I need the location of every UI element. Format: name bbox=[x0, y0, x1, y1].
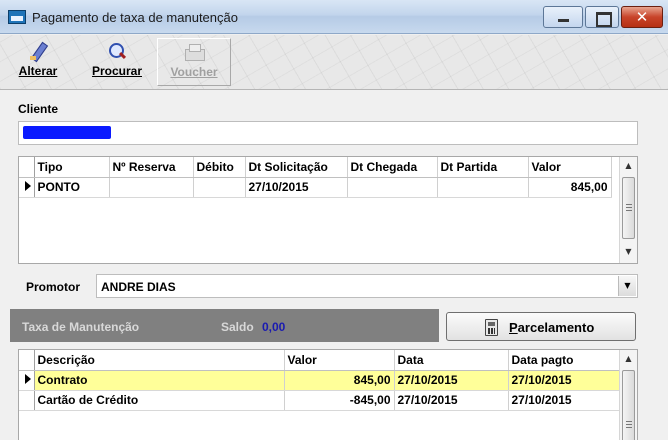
row-indicator bbox=[19, 177, 35, 198]
col-header-reserva[interactable]: Nº Reserva bbox=[109, 157, 194, 178]
table-row[interactable]: Contrato 845,00 27/10/2015 27/10/2015 bbox=[19, 370, 620, 391]
maximize-button[interactable] bbox=[585, 6, 619, 28]
pagamentos-table: Descrição Valor Data Data pagto Contrato… bbox=[19, 350, 620, 411]
col-header-valor[interactable]: Valor bbox=[528, 157, 612, 178]
cell-dt-chegada[interactable] bbox=[347, 177, 438, 198]
cell-dt-solicitacao[interactable]: 27/10/2015 bbox=[245, 177, 348, 198]
cell-dt-partida[interactable] bbox=[437, 177, 529, 198]
col-header-dt-solicitacao[interactable]: Dt Solicitação bbox=[245, 157, 348, 178]
alterar-button[interactable]: Alterar bbox=[6, 38, 70, 86]
reservas-table: Tipo Nº Reserva Débito Dt Solicitação Dt… bbox=[19, 157, 612, 198]
promotor-select[interactable]: ANDRE DIAS ▼ bbox=[96, 274, 638, 298]
cell-data-pagto[interactable]: 27/10/2015 bbox=[508, 390, 620, 411]
window-title: Pagamento de taxa de manutenção bbox=[32, 10, 238, 25]
minimize-button[interactable] bbox=[543, 6, 583, 28]
pagamentos-grid[interactable]: Descrição Valor Data Data pagto Contrato… bbox=[18, 349, 638, 440]
reservas-grid[interactable]: Tipo Nº Reserva Débito Dt Solicitação Dt… bbox=[18, 156, 638, 264]
col-header-valor[interactable]: Valor bbox=[284, 350, 395, 371]
scroll-thumb[interactable] bbox=[622, 370, 635, 440]
cell-tipo[interactable]: PONTO bbox=[34, 177, 110, 198]
col-header-data[interactable]: Data bbox=[394, 350, 509, 371]
reservas-scrollbar[interactable]: ▲ ▼ bbox=[619, 157, 637, 263]
cell-descricao[interactable]: Cartão de Crédito bbox=[34, 390, 285, 411]
toolbar: Alterar Procurar Voucher bbox=[0, 35, 668, 90]
cell-valor[interactable]: 845,00 bbox=[528, 177, 612, 198]
promotor-value: ANDRE DIAS bbox=[101, 280, 176, 294]
voucher-button[interactable]: Voucher bbox=[157, 38, 231, 86]
scroll-thumb[interactable] bbox=[622, 177, 635, 239]
col-header-dt-partida[interactable]: Dt Partida bbox=[437, 157, 529, 178]
title-bar: Pagamento de taxa de manutenção ✕ bbox=[0, 0, 668, 34]
calculator-icon bbox=[485, 319, 498, 336]
saldo-value: 0,00 bbox=[262, 320, 286, 334]
current-row-arrow-icon bbox=[24, 181, 31, 191]
parcelamento-label: Parcelamento bbox=[509, 320, 595, 335]
close-icon: ✕ bbox=[635, 8, 649, 26]
close-button[interactable]: ✕ bbox=[621, 6, 663, 28]
parcelamento-button[interactable]: Parcelamento bbox=[446, 312, 636, 341]
current-row-arrow-icon bbox=[24, 374, 31, 384]
col-header-debito[interactable]: Débito bbox=[193, 157, 246, 178]
table-row[interactable]: PONTO 27/10/2015 845,00 bbox=[19, 177, 612, 198]
chevron-down-icon[interactable]: ▼ bbox=[618, 276, 636, 296]
cell-valor[interactable]: 845,00 bbox=[284, 370, 395, 391]
taxa-manutencao-bar: Taxa de Manutenção Saldo 0,00 bbox=[10, 309, 439, 342]
app-icon bbox=[8, 10, 26, 24]
table-row[interactable]: Cartão de Crédito -845,00 27/10/2015 27/… bbox=[19, 390, 620, 411]
scroll-up-icon[interactable]: ▲ bbox=[620, 350, 637, 367]
cell-data[interactable]: 27/10/2015 bbox=[394, 370, 509, 391]
procurar-button[interactable]: Procurar bbox=[84, 38, 150, 86]
col-header-tipo[interactable]: Tipo bbox=[34, 157, 110, 178]
saldo-label: Saldo bbox=[221, 320, 254, 334]
voucher-label: Voucher bbox=[170, 65, 218, 79]
col-header-data-pagto[interactable]: Data pagto bbox=[508, 350, 620, 371]
cell-debito[interactable] bbox=[193, 177, 246, 198]
cliente-redacted-value bbox=[23, 126, 111, 139]
printer-icon bbox=[183, 43, 205, 63]
cell-reserva[interactable] bbox=[109, 177, 194, 198]
col-header-dt-chegada[interactable]: Dt Chegada bbox=[347, 157, 438, 178]
row-indicator bbox=[19, 390, 35, 411]
promotor-label: Promotor bbox=[26, 280, 80, 294]
scroll-up-icon[interactable]: ▲ bbox=[620, 157, 637, 174]
row-indicator bbox=[19, 370, 35, 391]
cliente-label: Cliente bbox=[18, 102, 59, 116]
cell-valor[interactable]: -845,00 bbox=[284, 390, 395, 411]
cell-descricao[interactable]: Contrato bbox=[34, 370, 285, 391]
cliente-field[interactable] bbox=[18, 121, 638, 145]
alterar-label: Alterar bbox=[18, 64, 58, 78]
pencil-icon bbox=[27, 42, 49, 62]
pagamentos-scrollbar[interactable]: ▲ bbox=[619, 350, 637, 440]
taxa-label: Taxa de Manutenção bbox=[22, 320, 140, 334]
col-header-descricao[interactable]: Descrição bbox=[34, 350, 285, 371]
search-icon bbox=[106, 42, 128, 62]
procurar-label: Procurar bbox=[91, 64, 143, 78]
row-indicator-header bbox=[19, 350, 35, 371]
cell-data-pagto[interactable]: 27/10/2015 bbox=[508, 370, 620, 391]
cell-data[interactable]: 27/10/2015 bbox=[394, 390, 509, 411]
row-indicator-header bbox=[19, 157, 35, 178]
scroll-down-icon[interactable]: ▼ bbox=[620, 243, 637, 260]
